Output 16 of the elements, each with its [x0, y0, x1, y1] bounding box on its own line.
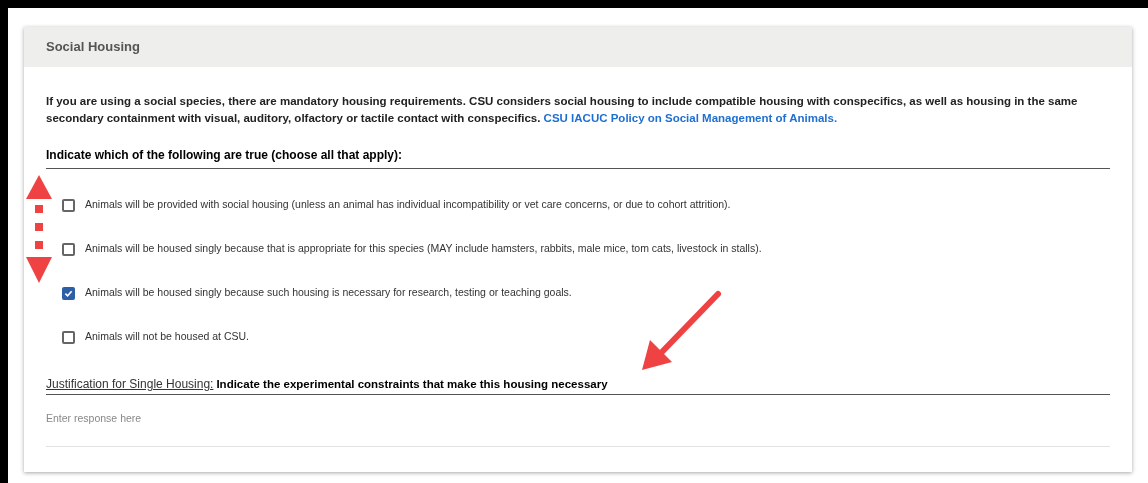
option-label: Animals will be housed singly because that is appropriate for this species (MAY include hamsters, rabbits, male mice, tom cats, livestock in stalls).: [85, 241, 762, 257]
response-field[interactable]: Enter response here: [46, 403, 1110, 448]
justification-prompt: Indicate the experimental constraints that make this housing necessary: [216, 377, 608, 392]
checkbox[interactable]: [62, 198, 75, 212]
option-label: Animals will be provided with social housing (unless an animal has individual incompatibility or vet care concerns, or due to cohort attrition).: [85, 197, 731, 213]
option-label: Animals will be housed singly because such housing is necessary for research, testing or teaching goals.: [85, 285, 572, 301]
intro-paragraph: If you are using a social species, there are mandatory housing requirements. CSU considers social housing to include compatible housing with conspecifics, as well as housing in the same secondary containment with visual, auditory, olfactory or tactile contact with conspecifics. CSU IACUC Policy on Social Management of Animals.: [46, 94, 1079, 126]
justification-label: Justification for Single Housing:: [46, 376, 214, 393]
policy-link[interactable]: CSU IACUC Policy on Social Management of Animals.: [543, 112, 838, 124]
checkmark-icon: [64, 288, 73, 298]
section-title: Social Housing: [46, 38, 140, 57]
checkbox[interactable]: [62, 286, 75, 300]
checkbox[interactable]: [62, 242, 75, 256]
option-label: Animals will not be housed at CSU.: [85, 329, 249, 345]
checkbox[interactable]: [62, 330, 75, 344]
question-label: Indicate which of the following are true (choose all that apply):: [46, 148, 403, 162]
